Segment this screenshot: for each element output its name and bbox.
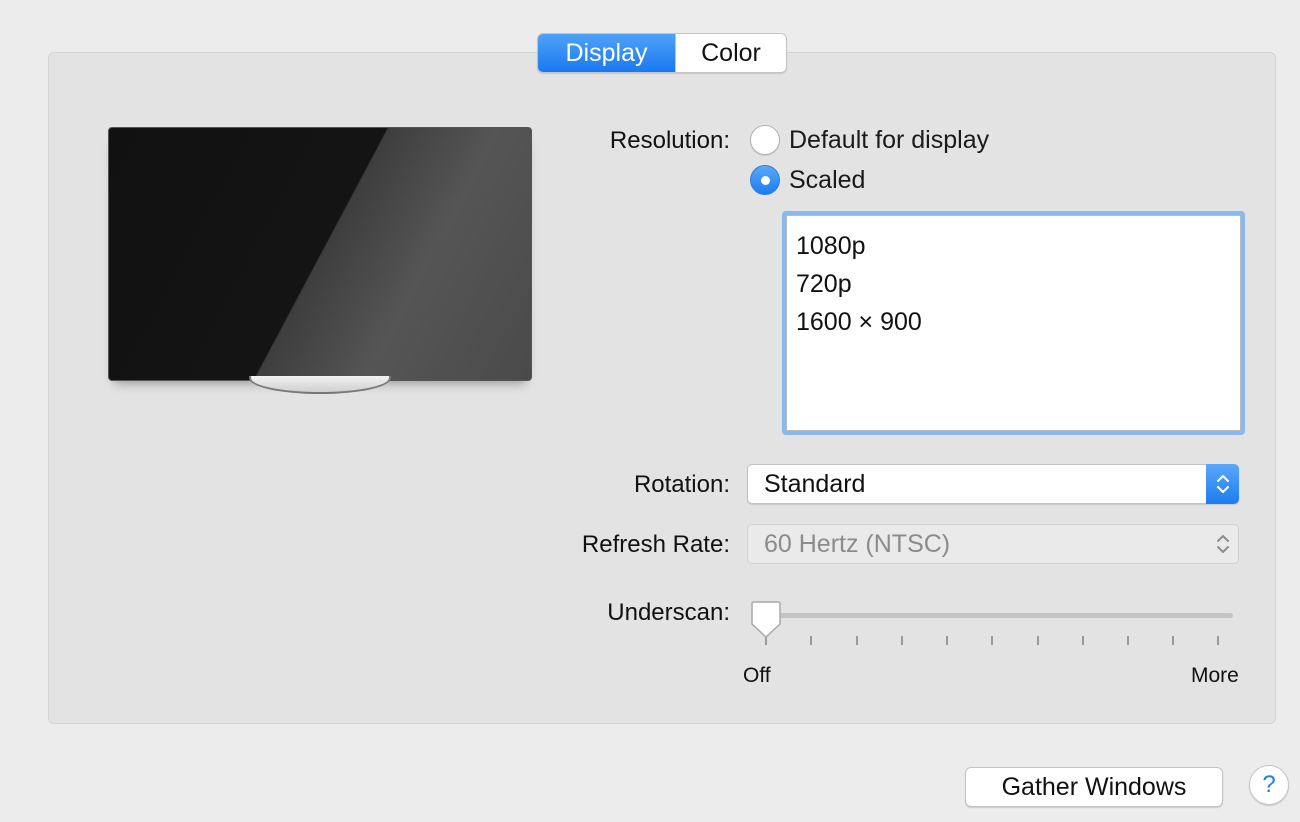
radio-button-selected[interactable] [750,165,780,195]
slider-tick [1037,636,1039,645]
underscan-min-label: Off [743,664,771,687]
underscan-slider-track[interactable] [765,613,1233,618]
list-item[interactable]: 720p [796,265,1231,303]
radio-scaled-label: Scaled [789,165,866,194]
slider-tick [810,636,812,645]
slider-tick [901,636,903,645]
radio-default-label: Default for display [789,125,990,154]
refresh-rate-select: 60 Hertz (NTSC) [747,524,1239,564]
slider-tick [1127,636,1129,645]
rotation-label: Rotation: [633,471,730,498]
radio-button-unselected[interactable] [750,125,780,155]
underscan-max-label: More [1191,664,1239,687]
list-item[interactable]: 1600 × 900 [796,303,1231,341]
tab-color[interactable]: Color [675,34,786,72]
tab-bar: Display Color [537,33,787,73]
slider-tick [946,636,948,645]
slider-tick [1082,636,1084,645]
underscan-slider-knob[interactable] [750,600,782,645]
rotation-select[interactable]: Standard [747,464,1239,504]
refresh-rate-label: Refresh Rate: [581,531,730,558]
radio-scaled[interactable]: Scaled [750,165,865,195]
slider-tick [856,636,858,645]
up-down-chevron-icon[interactable] [1206,464,1239,504]
question-mark-icon[interactable]: ? [1249,765,1289,805]
slider-tick [991,636,993,645]
list-item[interactable]: 1080p [796,227,1231,265]
radio-default-for-display[interactable]: Default for display [750,125,989,155]
up-down-chevron-icon [1206,524,1239,564]
monitor-screen [108,127,532,381]
scaled-resolution-list[interactable]: 1080p 720p 1600 × 900 [782,211,1245,435]
display-monitor-icon [108,127,532,394]
slider-tick [1217,636,1219,645]
gather-windows-button[interactable]: Gather Windows [965,767,1223,807]
rotation-value: Standard [764,470,866,498]
underscan-label: Underscan: [607,599,730,626]
slider-tick [1172,636,1174,645]
refresh-rate-value: 60 Hertz (NTSC) [764,530,951,558]
resolution-label: Resolution: [609,127,730,154]
tab-display[interactable]: Display [538,34,675,72]
